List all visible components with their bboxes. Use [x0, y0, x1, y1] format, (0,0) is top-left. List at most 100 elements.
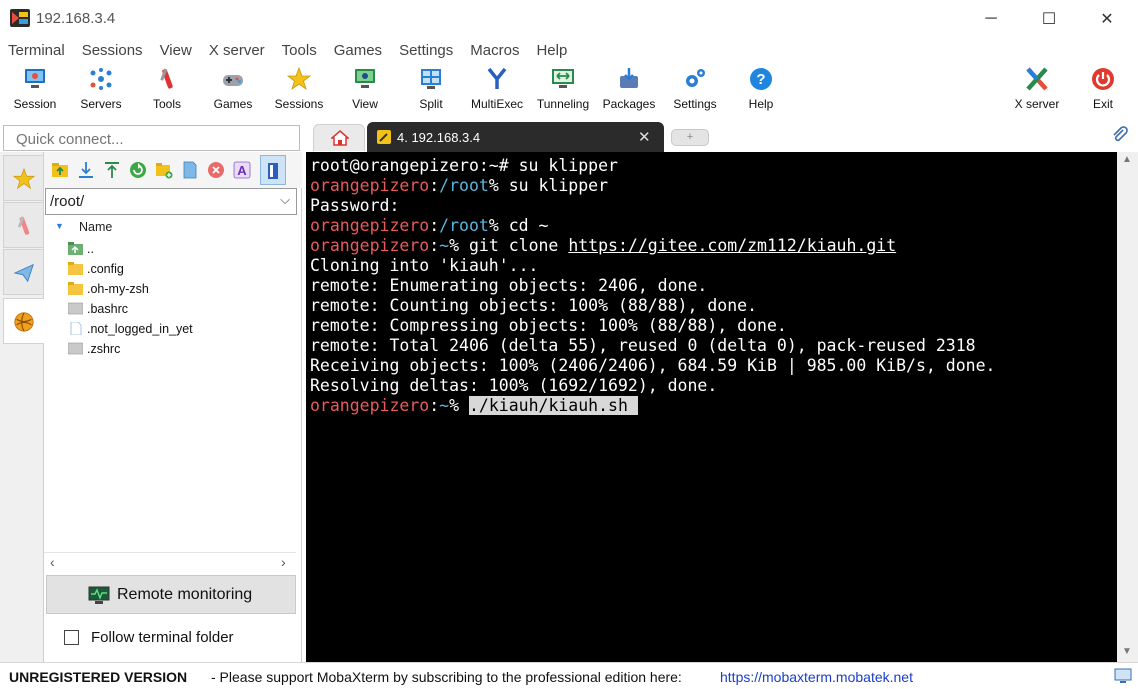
toolbar-x-server-button[interactable]: X server [1004, 62, 1070, 120]
toolbar-sessions-button[interactable]: Sessions [266, 62, 332, 120]
chevron-down-icon: ⌵ [280, 192, 290, 207]
terminal-line: Password: [310, 196, 1117, 216]
toolbar-multiexec-button[interactable]: MultiExec [464, 62, 530, 120]
menu-view[interactable]: View [160, 42, 192, 59]
follow-terminal-folder-label: Follow terminal folder [91, 629, 234, 646]
toolbar-label: Split [419, 97, 443, 111]
download-icon[interactable] [77, 161, 95, 179]
file-row-bashrc[interactable]: .bashrc [44, 299, 302, 319]
paperclip-icon[interactable] [1111, 126, 1129, 149]
toolbar-view-button[interactable]: View [332, 62, 398, 120]
toolbar-games-button[interactable]: Games [200, 62, 266, 120]
toolbar-tunneling-button[interactable]: Tunneling [530, 62, 596, 120]
menu-settings[interactable]: Settings [399, 42, 453, 59]
menu-sessions[interactable]: Sessions [82, 42, 143, 59]
terminal-text: remote: Total 2406 (delta 55), reused 0 … [310, 336, 976, 355]
packages-icon [620, 68, 638, 88]
menu-help[interactable]: Help [536, 42, 567, 59]
delete-icon[interactable] [207, 161, 225, 179]
file-name: .config [87, 262, 124, 276]
remote-monitoring-button[interactable]: Remote monitoring [46, 575, 296, 614]
sidebar-tab-sftp[interactable] [3, 298, 44, 344]
folder-icon [68, 262, 83, 275]
terminal-text: Resolving deltas: 100% (1692/1692), done… [310, 376, 718, 395]
file-row-zshrc[interactable]: .zshrc [44, 339, 302, 359]
terminal-line: remote: Total 2406 (delta 55), reused 0 … [310, 336, 1117, 356]
minimize-button[interactable]: ─ [962, 0, 1020, 38]
view-mode-button[interactable] [260, 155, 286, 185]
file-row-parent[interactable]: .. [44, 239, 302, 259]
ssh-key-icon [377, 130, 391, 144]
menu-bar: Terminal Sessions View X server Tools Ga… [0, 38, 1138, 62]
toolbar-settings-button[interactable]: Settings [662, 62, 728, 120]
terminal-line: remote: Counting objects: 100% (88/88), … [310, 296, 1117, 316]
follow-terminal-folder-option[interactable]: Follow terminal folder [64, 628, 294, 650]
terminal-link[interactable]: https://gitee.com/zm112/kiauh.git [568, 236, 896, 255]
refresh-icon[interactable] [129, 161, 147, 179]
follow-terminal-folder-checkbox[interactable] [64, 630, 79, 645]
toolbar-label: Tunneling [536, 97, 590, 111]
terminal-output[interactable]: root@orangepizero:~# su klipper orangepiz… [306, 152, 1117, 662]
toolbar-help-button[interactable]: ? Help [728, 62, 794, 120]
terminal-line: Resolving deltas: 100% (1692/1692), done… [310, 376, 1117, 396]
close-window-button[interactable]: ✕ [1078, 0, 1136, 38]
horizontal-scrollbar[interactable]: ‹ › [44, 552, 296, 572]
terminal-text: : [429, 176, 440, 195]
file-row-oh-my-zsh[interactable]: .oh-my-zsh [44, 279, 302, 299]
svg-text:A: A [237, 163, 247, 178]
toolbar-label: Settings [673, 97, 717, 111]
rename-icon[interactable]: A [233, 161, 251, 179]
prompt-host: orangepizero [310, 236, 430, 255]
window-title: 192.168.3.4 [36, 10, 116, 27]
maximize-button[interactable]: ☐ [1020, 0, 1078, 38]
terminal-text: % su klipper [488, 176, 609, 195]
scroll-right-icon[interactable]: › [281, 554, 286, 570]
sidebar-tab-sessions[interactable] [3, 155, 44, 201]
toolbar-exit-button[interactable]: Exit [1070, 62, 1136, 120]
document-icon [70, 322, 82, 335]
monitor-session-icon [25, 69, 45, 88]
close-tab-icon[interactable]: ✕ [638, 128, 651, 146]
toolbar-tools-button[interactable]: Tools [134, 62, 200, 120]
file-row-config[interactable]: .config [44, 259, 302, 279]
support-message: - Please support MobaXterm by subscribin… [211, 669, 682, 685]
scroll-down-icon[interactable]: ▼ [1122, 646, 1132, 657]
menu-games[interactable]: Games [334, 42, 382, 59]
gamepad-icon [223, 75, 243, 86]
menu-terminal[interactable]: Terminal [8, 42, 65, 59]
parent-folder-icon[interactable] [51, 161, 69, 179]
scroll-left-icon[interactable]: ‹ [50, 554, 55, 570]
new-file-icon[interactable] [181, 161, 199, 179]
terminal-text: : [429, 396, 440, 415]
prompt-host: orangepizero [310, 396, 430, 415]
menu-x-server[interactable]: X server [209, 42, 265, 59]
new-folder-icon[interactable] [155, 161, 173, 179]
prompt-host: orangepizero [310, 216, 430, 235]
file-list-header[interactable]: ▼ Name [44, 218, 302, 238]
session-tab[interactable]: 4. 192.168.3.4 ✕ [367, 122, 664, 152]
new-tab-button[interactable]: + [671, 129, 709, 146]
mobatek-link[interactable]: https://mobaxterm.mobatek.net [720, 669, 913, 685]
sidebar-tab-tools[interactable] [3, 202, 44, 248]
quick-connect-input[interactable] [3, 125, 300, 151]
menu-tools[interactable]: Tools [282, 42, 317, 59]
monitor-icon[interactable] [1114, 668, 1132, 684]
terminal-text: remote: Compressing objects: 100% (88/88… [310, 316, 787, 335]
current-path: /root/ [50, 193, 85, 210]
toolbar-session-button[interactable]: Session [2, 62, 68, 120]
toolbar-split-button[interactable]: Split [398, 62, 464, 120]
toolbar-servers-button[interactable]: Servers [68, 62, 134, 120]
path-select[interactable]: /root/ ⌵ [45, 188, 297, 215]
sidebar-tab-macros[interactable] [3, 249, 44, 295]
toolbar-packages-button[interactable]: Packages [596, 62, 662, 120]
status-bar: UNREGISTERED VERSION - Please support Mo… [0, 662, 1138, 689]
remote-monitoring-label: Remote monitoring [117, 586, 253, 603]
menu-macros[interactable]: Macros [470, 42, 519, 59]
file-row-not-logged-in-yet[interactable]: .not_logged_in_yet [44, 319, 302, 339]
home-tab[interactable] [313, 124, 365, 151]
toolbar-label: X server [1014, 97, 1060, 111]
prompt-path: ~ [439, 236, 450, 255]
upload-icon[interactable] [103, 161, 121, 179]
scroll-up-icon[interactable]: ▲ [1122, 154, 1132, 165]
terminal-scrollbar[interactable]: ▲ ▼ [1117, 152, 1138, 662]
